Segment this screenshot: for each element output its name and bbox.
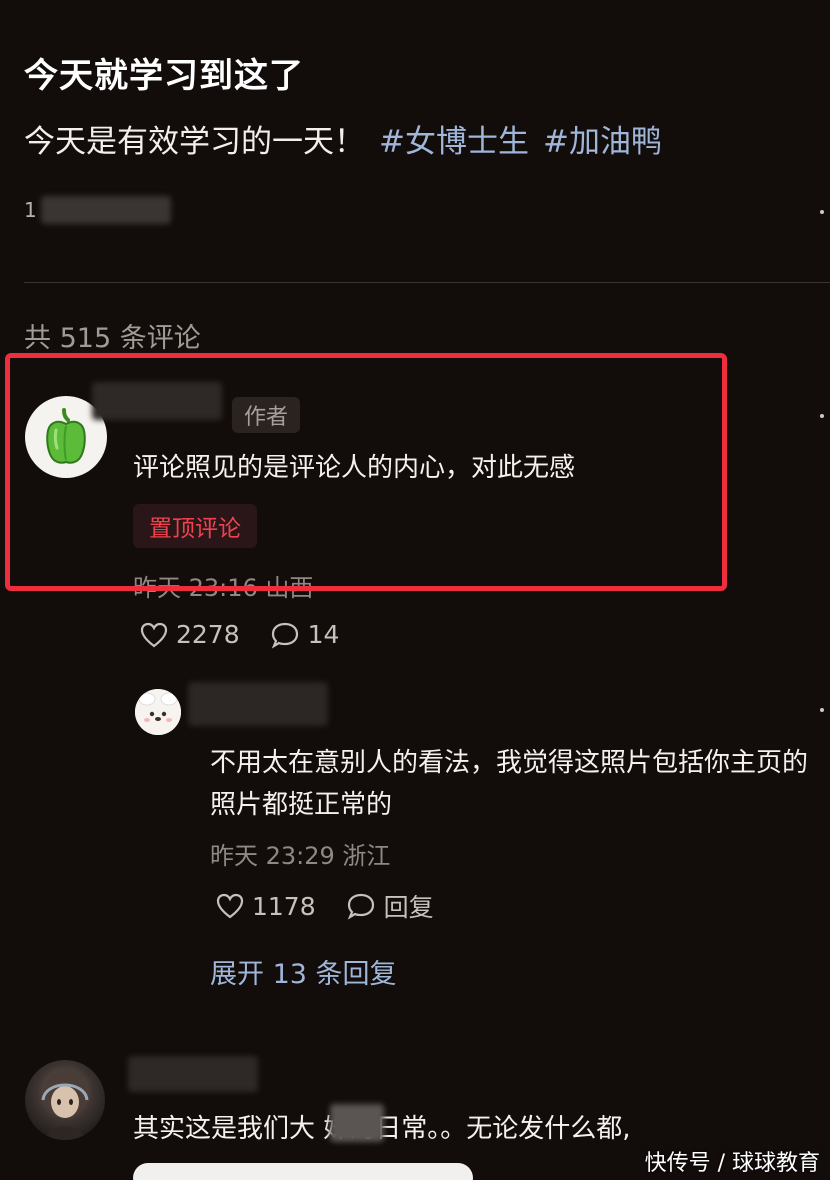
post-meta: 1 [24, 190, 171, 230]
reply-count: 14 [307, 620, 340, 649]
more-options-icon[interactable] [820, 210, 824, 214]
expand-replies-link[interactable]: 展开 13 条回复 [210, 952, 397, 991]
comment-more-icon[interactable] [820, 414, 824, 418]
reply-timestamp: 昨天 23:29 浙江 [210, 842, 391, 870]
blurred-username [128, 1056, 258, 1092]
like-count: 1178 [252, 891, 316, 921]
post-title: 今天就学习到这了 [24, 56, 304, 96]
heart-icon[interactable] [216, 893, 244, 919]
avatar[interactable] [25, 1060, 105, 1140]
cartoon-face-icon [135, 689, 181, 735]
comment-count: 共 515 条评论 [24, 323, 201, 354]
blurred-text [330, 1104, 384, 1142]
like-count: 2278 [176, 620, 240, 649]
post-meta-text: 1 [24, 198, 37, 222]
comment-bubble-icon[interactable] [270, 621, 300, 649]
post-body: 今天是有效学习的一天！ #女博士生 #加油鸭 [24, 116, 662, 161]
highlight-box [5, 353, 727, 591]
post-body-text: 今天是有效学习的一天！ [24, 124, 365, 160]
reply-comment-text: 不用太在意别人的看法，我觉得这照片包括你主页的照片都挺正常的 [210, 748, 809, 820]
reply-actions: 1178 回复 [216, 888, 434, 924]
blurred-meta [40, 196, 171, 224]
divider [24, 282, 830, 283]
hashtag-link[interactable]: #加油鸭 [543, 124, 662, 160]
blurred-username [188, 682, 328, 726]
hashtag-link[interactable]: #女博士生 [379, 124, 529, 160]
reply-button[interactable]: 回复 [384, 888, 434, 924]
avatar[interactable] [135, 689, 181, 735]
comment-bubble-icon[interactable] [346, 892, 376, 920]
reply-more-icon[interactable] [820, 708, 824, 712]
watermark: 快传号 / 球球教育 [644, 1151, 820, 1176]
comment-actions: 2278 14 [140, 620, 339, 649]
input-card[interactable] [133, 1163, 473, 1180]
heart-icon[interactable] [140, 622, 168, 648]
anime-avatar-icon [41, 1070, 89, 1140]
